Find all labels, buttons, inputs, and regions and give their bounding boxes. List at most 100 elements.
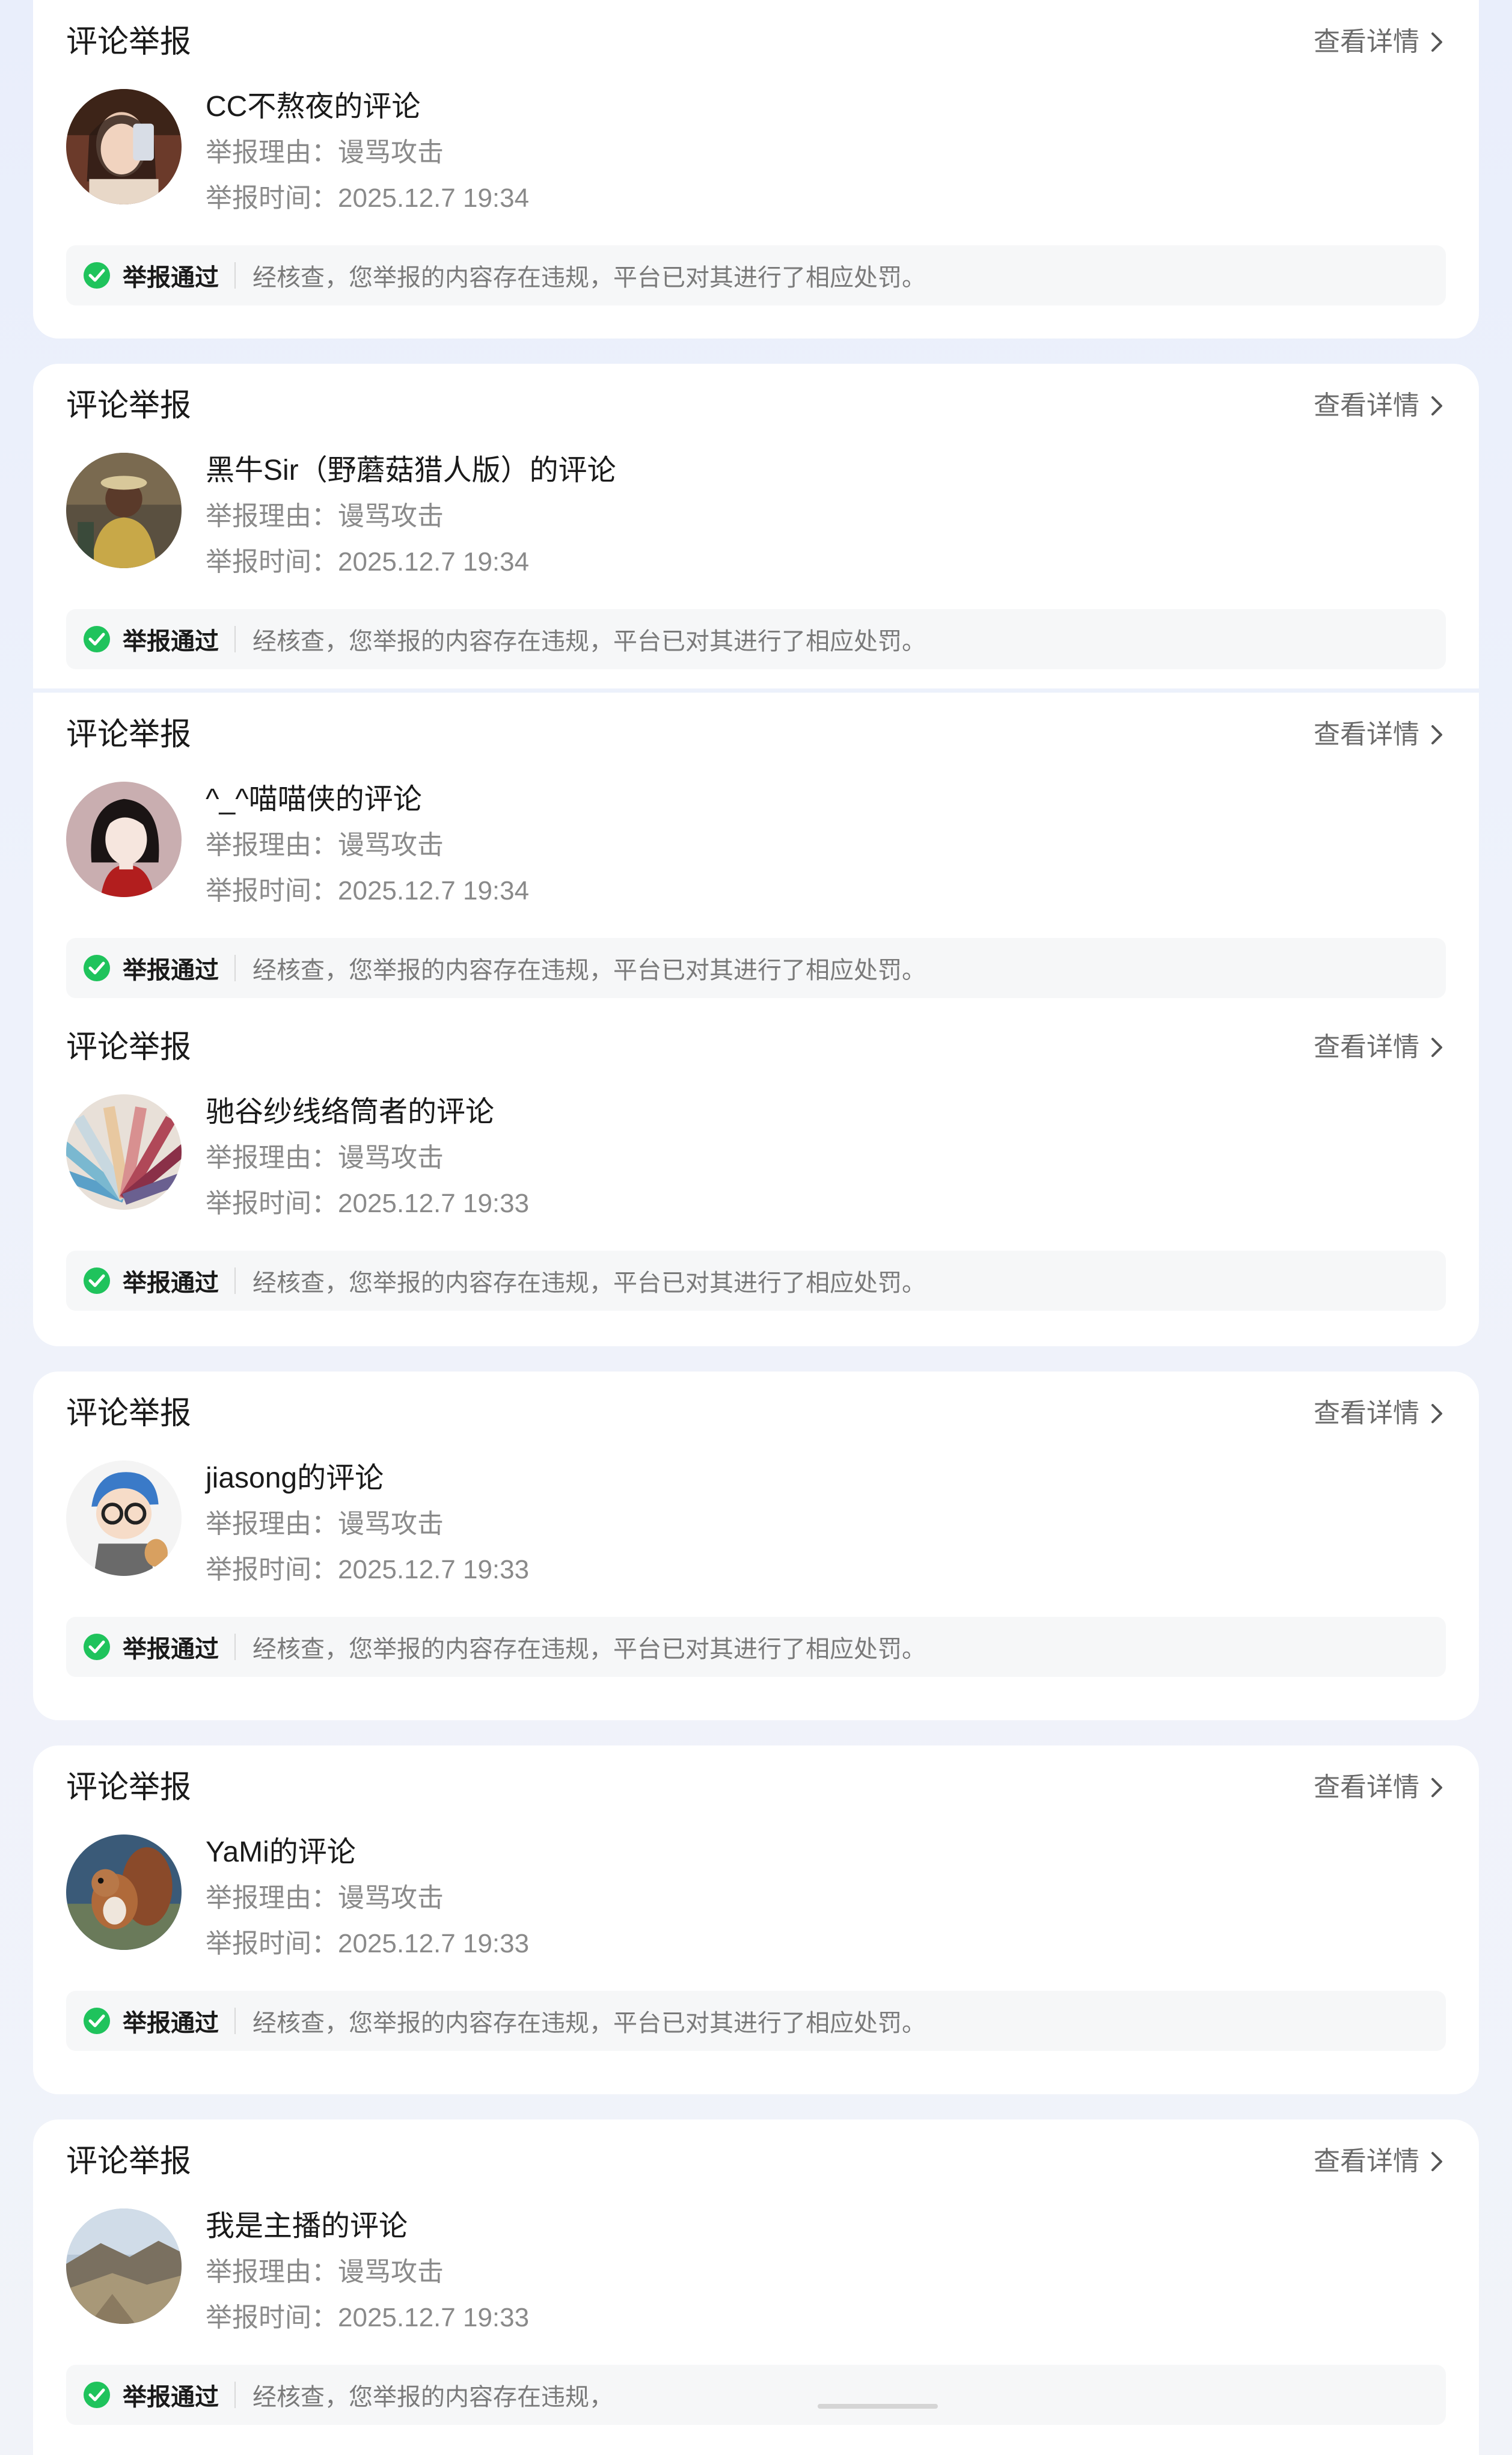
view-details-label: 查看详情 xyxy=(1314,1399,1419,1428)
view-details-link[interactable]: 查看详情 xyxy=(1314,20,1446,64)
report-card: 评论举报 查看详情 我是主播的评论 举报理由：谩骂攻击 举报时间：2025.12… xyxy=(33,2119,1479,2455)
card-title: 评论举报 xyxy=(66,1030,192,1065)
result-bar: 举报通过 经核查，您举报的内容存在违规， xyxy=(66,2365,1446,2425)
reason-label: 举报理由： xyxy=(206,2257,338,2287)
result-text: 经核查，您举报的内容存在违规，平台已对其进行了相应处罚。 xyxy=(253,265,926,291)
check-circle-icon xyxy=(84,1267,110,1294)
avatar[interactable] xyxy=(66,2208,182,2324)
result-bar: 举报通过 经核查，您举报的内容存在违规，平台已对其进行了相应处罚。 xyxy=(66,1991,1446,2051)
report-info: 黑牛Sir（野蘑菇猎人版）的评论 举报理由：谩骂攻击 举报时间：2025.12.… xyxy=(206,448,616,585)
report-time: 举报时间：2025.12.7 19:34 xyxy=(206,539,616,585)
reason-value: 谩骂攻击 xyxy=(338,830,444,860)
commenter-name[interactable]: 我是主播的评论 xyxy=(206,2204,529,2249)
divider xyxy=(234,1634,236,1660)
result-bar: 举报通过 经核查，您举报的内容存在违规，平台已对其进行了相应处罚。 xyxy=(66,938,1446,998)
reason-label: 举报理由： xyxy=(206,501,338,531)
chevron-right-icon xyxy=(1431,32,1442,52)
avatar[interactable] xyxy=(66,89,182,204)
time-value: 2025.12.7 19:34 xyxy=(338,547,530,577)
view-details-label: 查看详情 xyxy=(1314,27,1419,57)
time-value: 2025.12.7 19:33 xyxy=(338,1189,530,1218)
check-circle-icon xyxy=(84,262,110,289)
divider xyxy=(234,626,236,652)
report-card: 评论举报 查看详情 CC不熬夜的评论 举报理由：谩骂攻击 举报时间：2025.1… xyxy=(33,0,1479,339)
time-label: 举报时间： xyxy=(206,2303,338,2332)
result-text: 经核查，您举报的内容存在违规，平台已对其进行了相应处罚。 xyxy=(253,1270,926,1296)
view-details-link[interactable]: 查看详情 xyxy=(1314,1026,1446,1069)
time-value: 2025.12.7 19:33 xyxy=(338,1555,530,1584)
commenter-name[interactable]: 驰谷纱线络筒者的评论 xyxy=(206,1090,529,1135)
view-details-link[interactable]: 查看详情 xyxy=(1314,1766,1446,1809)
check-circle-icon xyxy=(84,1634,110,1660)
card-title: 评论举报 xyxy=(66,2144,192,2179)
avatar[interactable] xyxy=(66,1460,182,1576)
status-label: 举报通过 xyxy=(123,265,219,291)
reason-label: 举报理由： xyxy=(206,1883,338,1913)
chevron-right-icon xyxy=(1431,1778,1442,1797)
commenter-name[interactable]: jiasong的评论 xyxy=(206,1456,529,1501)
reason-value: 谩骂攻击 xyxy=(338,2257,444,2287)
card-title: 评论举报 xyxy=(66,1396,192,1431)
view-details-label: 查看详情 xyxy=(1314,391,1419,420)
result-text: 经核查，您举报的内容存在违规，平台已对其进行了相应处罚。 xyxy=(253,2010,926,2037)
report-reason: 举报理由：谩骂攻击 xyxy=(206,130,529,176)
card-title: 评论举报 xyxy=(66,1770,192,1805)
reason-label: 举报理由： xyxy=(206,138,338,167)
view-details-label: 查看详情 xyxy=(1314,1032,1419,1062)
view-details-link[interactable]: 查看详情 xyxy=(1314,713,1446,756)
time-label: 举报时间： xyxy=(206,183,338,213)
check-circle-icon xyxy=(84,2382,110,2408)
report-reason: 举报理由：谩骂攻击 xyxy=(206,1875,529,1921)
time-label: 举报时间： xyxy=(206,1929,338,1958)
report-card: 评论举报 查看详情 ^_^喵喵侠的评论 举报理由：谩骂攻击 举报时间：2025.… xyxy=(33,693,1479,1025)
reason-value: 谩骂攻击 xyxy=(338,501,444,531)
report-time: 举报时间：2025.12.7 19:34 xyxy=(206,868,529,914)
avatar[interactable] xyxy=(66,1094,182,1210)
reason-value: 谩骂攻击 xyxy=(338,1883,444,1913)
time-label: 举报时间： xyxy=(206,547,338,577)
status-label: 举报通过 xyxy=(123,1270,219,1296)
report-reason: 举报理由：谩骂攻击 xyxy=(206,2249,529,2295)
report-info: YaMi的评论 举报理由：谩骂攻击 举报时间：2025.12.7 19:33 xyxy=(206,1830,529,1967)
report-card: 评论举报 查看详情 YaMi的评论 举报理由：谩骂攻击 举报时间：2025.12… xyxy=(33,1745,1479,2094)
time-value: 2025.12.7 19:34 xyxy=(338,183,530,213)
report-time: 举报时间：2025.12.7 19:33 xyxy=(206,1181,529,1227)
result-text: 经核查，您举报的内容存在违规， xyxy=(253,2384,613,2411)
check-circle-icon xyxy=(84,955,110,981)
report-reason: 举报理由：谩骂攻击 xyxy=(206,494,616,539)
divider xyxy=(234,2382,236,2408)
time-label: 举报时间： xyxy=(206,1555,338,1584)
time-label: 举报时间： xyxy=(206,1189,338,1218)
avatar[interactable] xyxy=(66,1834,182,1950)
status-label: 举报通过 xyxy=(123,1636,219,1663)
report-reason: 举报理由：谩骂攻击 xyxy=(206,1501,529,1547)
report-reason: 举报理由：谩骂攻击 xyxy=(206,823,529,868)
report-card: 评论举报 查看详情 驰谷纱线络筒者的评论 举报理由：谩骂攻击 举报时间：2025… xyxy=(33,1025,1479,1346)
commenter-name[interactable]: CC不熬夜的评论 xyxy=(206,84,529,130)
report-time: 举报时间：2025.12.7 19:33 xyxy=(206,1921,529,1967)
reason-value: 谩骂攻击 xyxy=(338,1143,444,1172)
view-details-link[interactable]: 查看详情 xyxy=(1314,1392,1446,1435)
view-details-link[interactable]: 查看详情 xyxy=(1314,384,1446,428)
avatar[interactable] xyxy=(66,453,182,568)
divider xyxy=(234,1267,236,1294)
home-indicator[interactable] xyxy=(818,2404,938,2409)
view-details-link[interactable]: 查看详情 xyxy=(1314,2140,1446,2183)
card-title: 评论举报 xyxy=(66,388,192,423)
report-info: jiasong的评论 举报理由：谩骂攻击 举报时间：2025.12.7 19:3… xyxy=(206,1456,529,1593)
commenter-name[interactable]: YaMi的评论 xyxy=(206,1830,529,1875)
chevron-right-icon xyxy=(1431,2152,1442,2171)
report-time: 举报时间：2025.12.7 19:34 xyxy=(206,176,529,221)
check-circle-icon xyxy=(84,2008,110,2034)
chevron-right-icon xyxy=(1431,1404,1442,1423)
result-bar: 举报通过 经核查，您举报的内容存在违规，平台已对其进行了相应处罚。 xyxy=(66,1251,1446,1311)
reason-value: 谩骂攻击 xyxy=(338,138,444,167)
time-value: 2025.12.7 19:33 xyxy=(338,2303,530,2332)
avatar[interactable] xyxy=(66,782,182,897)
commenter-name[interactable]: 黑牛Sir（野蘑菇猎人版）的评论 xyxy=(206,448,616,494)
card-title: 评论举报 xyxy=(66,25,192,60)
report-info: ^_^喵喵侠的评论 举报理由：谩骂攻击 举报时间：2025.12.7 19:34 xyxy=(206,777,529,914)
report-card: 评论举报 查看详情 黑牛Sir（野蘑菇猎人版）的评论 举报理由：谩骂攻击 举报时… xyxy=(33,364,1479,688)
commenter-name[interactable]: ^_^喵喵侠的评论 xyxy=(206,777,529,823)
report-time: 举报时间：2025.12.7 19:33 xyxy=(206,1547,529,1593)
